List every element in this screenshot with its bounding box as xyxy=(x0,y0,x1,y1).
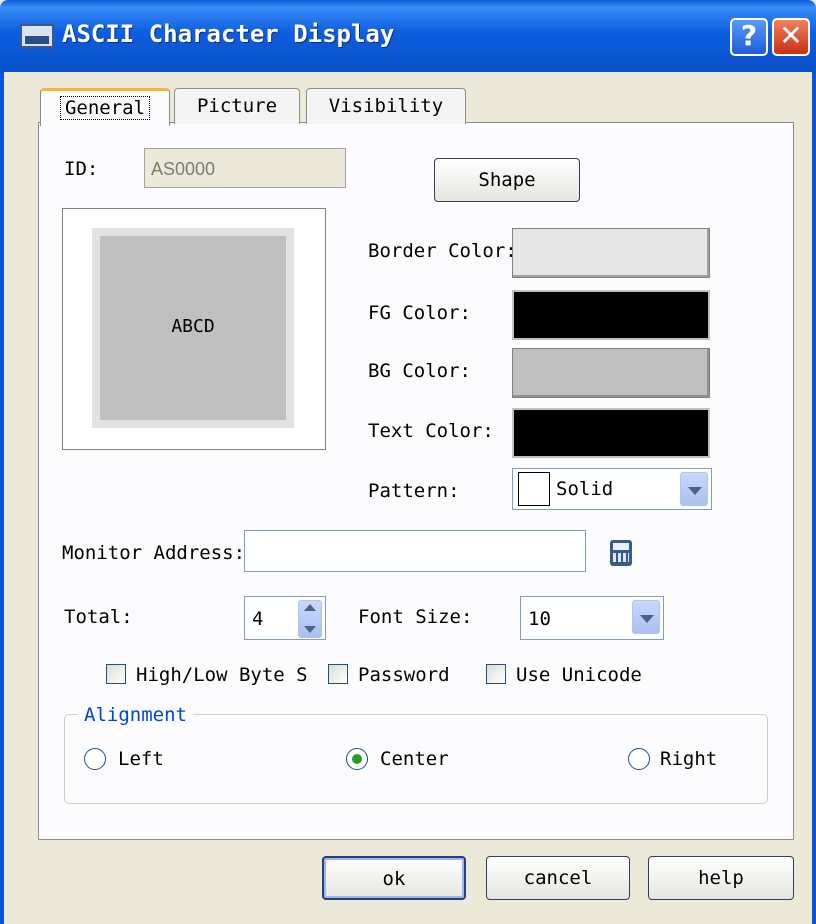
chevron-down-icon[interactable] xyxy=(632,600,660,634)
help-title-button[interactable]: ? xyxy=(730,18,768,56)
alignment-legend: Alignment xyxy=(78,704,193,726)
tab-general-label: General xyxy=(59,96,151,120)
id-label: ID: xyxy=(64,158,99,180)
fg-color-label: FG Color: xyxy=(368,302,471,324)
tab-visibility[interactable]: Visibility xyxy=(306,88,466,124)
pattern-label: Pattern: xyxy=(368,480,460,502)
total-label: Total: xyxy=(64,606,133,628)
spin-down-icon[interactable] xyxy=(304,626,316,633)
text-color-button[interactable] xyxy=(512,408,710,458)
cancel-button[interactable]: cancel xyxy=(486,856,630,900)
tab-picture[interactable]: Picture xyxy=(174,88,300,124)
pattern-value: Solid xyxy=(556,478,614,500)
align-center-label: Center xyxy=(380,748,449,770)
password-checkbox[interactable] xyxy=(328,664,348,684)
shape-button[interactable]: Shape xyxy=(434,158,580,202)
tab-general[interactable]: General xyxy=(40,88,170,126)
align-left-label: Left xyxy=(118,748,164,770)
font-size-value: 10 xyxy=(528,608,551,630)
high-low-byte-label: High/Low Byte S xyxy=(136,664,308,686)
border-color-label: Border Color: xyxy=(368,240,517,262)
pattern-swatch xyxy=(518,472,550,506)
border-color-button[interactable] xyxy=(512,228,710,278)
preview-text: ABCD xyxy=(171,316,215,337)
use-unicode-checkbox[interactable] xyxy=(486,664,506,684)
monitor-address-input[interactable] xyxy=(244,530,586,572)
align-right-label: Right xyxy=(660,748,718,770)
text-color-label: Text Color: xyxy=(368,420,494,442)
bg-color-button[interactable] xyxy=(512,348,710,398)
password-label: Password xyxy=(358,664,450,686)
app-icon xyxy=(20,24,54,48)
radio-selected-dot xyxy=(352,754,362,764)
close-button[interactable]: ✕ xyxy=(772,18,810,56)
help-button[interactable]: help xyxy=(648,856,794,900)
font-size-label: Font Size: xyxy=(358,606,473,628)
align-right-radio[interactable] xyxy=(628,748,650,770)
window-border-left xyxy=(0,72,4,924)
bg-color-label: BG Color: xyxy=(368,360,471,382)
window-title: ASCII Character Display xyxy=(62,20,395,48)
total-value: 4 xyxy=(252,608,264,630)
use-unicode-label: Use Unicode xyxy=(516,664,642,686)
calculator-icon[interactable] xyxy=(610,540,632,566)
high-low-byte-checkbox[interactable] xyxy=(106,664,126,684)
chevron-down-icon[interactable] xyxy=(680,472,708,506)
spin-up-icon[interactable] xyxy=(304,604,316,611)
monitor-address-label: Monitor Address: xyxy=(62,542,246,564)
ok-button[interactable]: ok xyxy=(322,856,466,900)
id-field: AS0000 xyxy=(144,148,346,188)
fg-color-button[interactable] xyxy=(512,290,710,340)
window-border-right xyxy=(812,72,816,924)
align-left-radio[interactable] xyxy=(84,748,106,770)
